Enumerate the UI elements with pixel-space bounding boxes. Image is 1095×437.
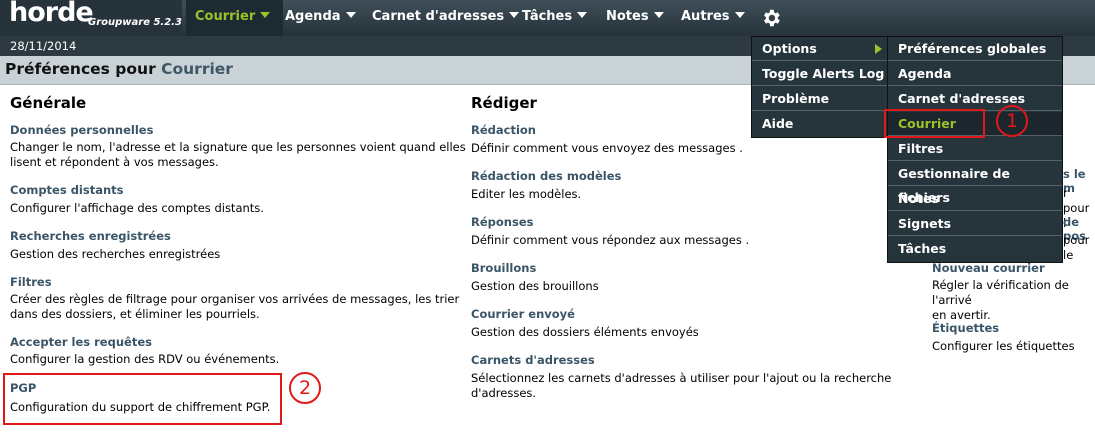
desc-line: dans des dossiers, et éliminer les pourr… (10, 307, 260, 321)
pref-desc: Gestion des brouillons (471, 279, 599, 293)
page-title: Préférences pour Courrier (5, 60, 233, 78)
pref-redaction[interactable]: Rédaction (471, 123, 536, 137)
pref-desc: Editer les modèles. (471, 187, 582, 201)
submenu-item-notes[interactable]: Notes (888, 187, 1062, 211)
page-title-prefix: Préférences pour (5, 60, 156, 78)
section-heading-generale: Générale (10, 94, 87, 112)
chevron-down-icon (734, 12, 745, 18)
pref-desc: Configurer l'affichage des comptes dista… (10, 201, 264, 215)
gear-icon[interactable] (760, 7, 782, 29)
submenu-item-filtres[interactable]: Filtres (888, 137, 1062, 161)
pref-desc: Sélectionnez les carnets d'adresses à ut… (471, 371, 891, 401)
pref-reponses[interactable]: Réponses (471, 215, 533, 229)
nav-label: Carnet d'adresses (372, 9, 505, 24)
pref-filtres[interactable]: Filtres (10, 275, 52, 289)
chevron-down-icon (260, 12, 271, 18)
desc-line: Créer des règles de filtrage pour organi… (10, 292, 460, 306)
desc-line: lisent et répondent à vos messages. (10, 155, 219, 169)
nav-carnet[interactable]: Carnet d'adresses (372, 0, 520, 36)
pref-carnets-adresses[interactable]: Carnets d'adresses (471, 353, 595, 367)
options-submenu: Préférences globales Agenda Carnet d'adr… (887, 36, 1063, 263)
page-title-app: Courrier (161, 60, 233, 78)
chevron-down-icon (653, 12, 664, 18)
desc-line: Régler la vérification de l'arrivé (932, 278, 1069, 307)
pref-desc: Changer le nom, l'adresse et la signatur… (10, 140, 466, 170)
nav-label: Agenda (285, 9, 341, 24)
logo-text: horde (9, 0, 94, 28)
chevron-down-icon (577, 12, 588, 18)
annotation-marker-1: 1 (996, 105, 1028, 137)
menu-item-aide[interactable]: Aide (752, 112, 888, 136)
pref-desc: Configurer la gestion des RDV ou événeme… (10, 352, 280, 366)
menu-item-options[interactable]: Options (752, 37, 888, 61)
submenu-item-taches[interactable]: Tâches (888, 237, 1062, 261)
options-menu: Options Toggle Alerts Log Problème Aide (751, 36, 889, 138)
pref-donnees-personnelles[interactable]: Données personnelles (10, 123, 153, 137)
current-date: 28/11/2014 (10, 39, 77, 53)
pref-nouveau-courrier[interactable]: Nouveau courrier (932, 261, 1045, 275)
logo-subtitle: Groupware 5.2.3 (88, 17, 182, 28)
pref-desc: Définir comment vous envoyez des message… (471, 141, 743, 155)
pref-courrier-envoye[interactable]: Courrier envoyé (471, 307, 575, 321)
submenu-item-signets[interactable]: Signets (888, 212, 1062, 236)
nav-notes[interactable]: Notes (606, 0, 664, 36)
pref-desc: Configurer les étiquettes (932, 339, 1075, 353)
pref-desc: Créer des règles de filtrage pour organi… (10, 292, 459, 322)
pref-desc: Gestion des recherches enregistrées (10, 247, 221, 261)
menu-item-toggle-alerts[interactable]: Toggle Alerts Log (752, 62, 888, 86)
top-navbar: horde Groupware 5.2.3 Courrier Agenda Ca… (0, 0, 1095, 36)
pref-recherches-enregistrees[interactable]: Recherches enregistrées (10, 229, 171, 243)
submenu-item-gestionnaire-fichiers[interactable]: Gestionnaire de fichiers (888, 162, 1062, 205)
desc-line: en avertir. (932, 308, 991, 322)
pref-etiquettes[interactable]: Étiquettes (932, 321, 999, 335)
nav-label: Autres (681, 9, 730, 24)
pref-accepter-requetes[interactable]: Accepter les requêtes (10, 335, 152, 349)
pref-desc: Gestion des dossiers éléments envoyés (471, 325, 699, 339)
desc-line: Changer le nom, l'adresse et la signatur… (10, 140, 466, 154)
nav-label: Tâches (522, 9, 573, 24)
pref-redaction-modeles[interactable]: Rédaction des modèles (471, 169, 621, 183)
pref-desc: Régler la vérification de l'arrivé en ave… (932, 278, 1095, 323)
section-heading-rediger: Rédiger (471, 94, 537, 112)
menu-item-probleme[interactable]: Problème (752, 87, 888, 111)
nav-taches[interactable]: Tâches (522, 0, 588, 36)
nav-label: Courrier (195, 9, 256, 24)
chevron-down-icon (509, 12, 520, 18)
pref-comptes-distants[interactable]: Comptes distants (10, 183, 124, 197)
pref-desc: Définir comment vous répondez aux messag… (471, 233, 750, 247)
pref-partial-desc: pour le (1063, 233, 1090, 262)
chevron-down-icon (345, 12, 356, 18)
nav-agenda[interactable]: Agenda (285, 0, 356, 36)
submenu-item-agenda[interactable]: Agenda (888, 62, 1062, 86)
horde-logo[interactable]: horde Groupware 5.2.3 (0, 0, 182, 36)
pref-brouillons[interactable]: Brouillons (471, 261, 536, 275)
desc-line: d'adresses. (471, 386, 537, 400)
submenu-item-preferences-globales[interactable]: Préférences globales (888, 37, 1062, 61)
desc-line: Sélectionnez les carnets d'adresses à ut… (471, 371, 892, 385)
menu-label: Options (762, 41, 817, 56)
chevron-right-icon (875, 44, 882, 54)
nav-autres[interactable]: Autres (681, 0, 745, 36)
highlight-box-pgp (3, 373, 282, 425)
annotation-marker-2: 2 (289, 372, 321, 404)
submenu-item-carnet[interactable]: Carnet d'adresses (888, 87, 1062, 111)
highlight-box-courrier (884, 109, 985, 138)
nav-courrier[interactable]: Courrier (186, 0, 283, 36)
nav-label: Notes (606, 9, 649, 24)
